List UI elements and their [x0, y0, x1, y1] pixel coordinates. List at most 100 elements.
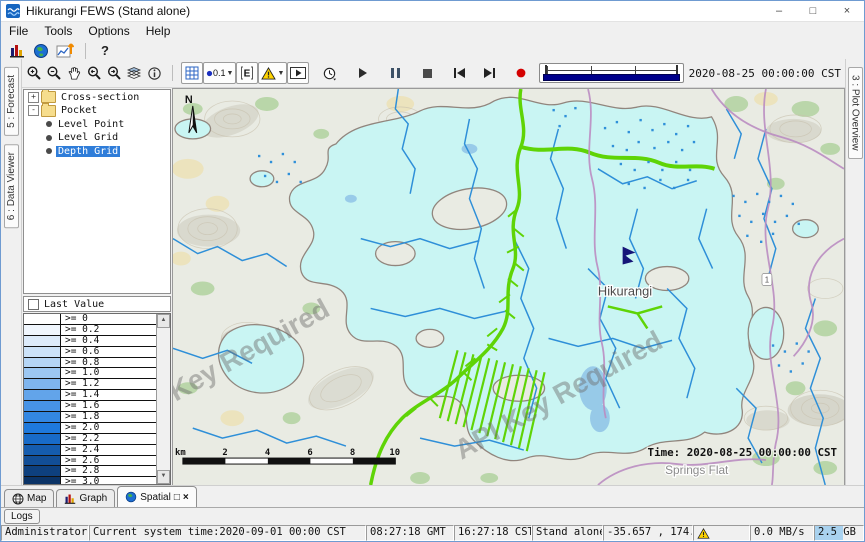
tree-item-depth-grid[interactable]: Depth Grid: [24, 145, 170, 158]
dot-icon: [206, 70, 213, 77]
grid-icon: [185, 66, 199, 80]
tree-item-label[interactable]: Level Point: [56, 119, 126, 130]
menu-bar: FileToolsOptionsHelp: [1, 22, 864, 39]
tab-maximize-icon[interactable]: □: [174, 492, 180, 503]
tree-item-label[interactable]: Pocket: [59, 105, 99, 116]
legend-swatch: [24, 379, 61, 389]
time-slider-range-bar[interactable]: [543, 74, 679, 81]
pause-button[interactable]: [385, 63, 405, 83]
zoom-next-button[interactable]: [104, 63, 124, 83]
bar-chart-icon: [9, 43, 25, 59]
database-display-button[interactable]: [5, 41, 29, 61]
grid-toggle-button[interactable]: [181, 62, 203, 84]
step-first-button[interactable]: [449, 63, 469, 83]
tab-close-icon[interactable]: ×: [183, 492, 189, 503]
expander-icon[interactable]: +: [28, 92, 39, 103]
legend-swatch: [24, 325, 61, 335]
legend-row-label: >= 1.8: [61, 412, 157, 422]
menu-item[interactable]: File: [1, 24, 36, 38]
tree-item-label-selected[interactable]: Depth Grid: [56, 146, 120, 157]
menu-item[interactable]: Help: [138, 24, 179, 38]
tree-item-level-grid[interactable]: Level Grid: [24, 132, 170, 145]
tree-item-cross-section[interactable]: + Cross-section: [24, 91, 170, 104]
legend-row-label: >= 2.4: [61, 445, 157, 455]
legend-row-label: >= 1.6: [61, 401, 157, 411]
menu-item[interactable]: Options: [80, 24, 137, 38]
last-value-label: Last Value: [44, 299, 104, 310]
chevron-down-icon: ▼: [227, 70, 234, 77]
zoom-out-button[interactable]: [44, 63, 64, 83]
legend-swatch: [24, 347, 61, 357]
zoom-previous-icon: [86, 65, 102, 81]
classbreak-dropdown[interactable]: 0.1 ▼: [203, 62, 236, 84]
skip-back-icon: [454, 68, 465, 78]
animation-button[interactable]: [287, 62, 309, 84]
longitudinal-display-button[interactable]: [53, 41, 77, 61]
toolbar-separator: [172, 65, 173, 81]
status-memory: 2.5 GB: [814, 525, 864, 541]
tab-map[interactable]: Map: [4, 489, 54, 507]
legend-row-label: >= 2.2: [61, 434, 157, 444]
menu-item[interactable]: Tools: [36, 24, 80, 38]
status-warning[interactable]: [693, 525, 750, 541]
minimize-button[interactable]: –: [762, 2, 796, 21]
svg-text:1: 1: [765, 275, 770, 284]
zoom-in-button[interactable]: [24, 63, 44, 83]
tab-graph[interactable]: Graph: [56, 489, 115, 507]
skip-forward-icon: [484, 68, 495, 78]
hand-icon: [67, 66, 82, 81]
tab-data-viewer[interactable]: 6 : Data Viewer: [4, 144, 19, 228]
legend-swatch: [24, 466, 61, 476]
help-button[interactable]: ?: [94, 43, 116, 58]
tree-item-label[interactable]: Level Grid: [56, 132, 120, 143]
legend-swatch: [24, 412, 61, 422]
tree-item-label[interactable]: Cross-section: [59, 92, 141, 103]
maximize-button[interactable]: □: [796, 2, 830, 21]
timestep-button[interactable]: [319, 63, 339, 83]
tab-logs[interactable]: Logs: [4, 509, 40, 524]
tree-item-pocket[interactable]: - Pocket: [24, 105, 170, 118]
map-view[interactable]: 1: [172, 88, 845, 486]
stop-button[interactable]: [417, 63, 437, 83]
legend-swatch: [24, 423, 61, 433]
zoom-previous-button[interactable]: [84, 63, 104, 83]
label-springs-flat: Springs Flat: [665, 463, 729, 477]
pan-button[interactable]: [64, 63, 84, 83]
legend-row-label: >= 3.0: [61, 477, 157, 485]
app-logo-icon: [6, 4, 20, 18]
tree-item-level-point[interactable]: Level Point: [24, 118, 170, 131]
close-button[interactable]: ×: [830, 2, 864, 21]
legend-swatch: [24, 358, 61, 368]
play-button[interactable]: [353, 63, 373, 83]
title-bar: Hikurangi FEWS (Stand alone) – □ ×: [1, 1, 864, 22]
legend-scrollbar[interactable]: ▲ ▼: [156, 314, 170, 484]
legend-swatch: [24, 456, 61, 466]
info-button[interactable]: [144, 63, 164, 83]
map-canvas[interactable]: 1: [173, 89, 844, 485]
record-icon: [516, 68, 526, 78]
scroll-down-icon[interactable]: ▼: [157, 470, 170, 484]
legend-swatch: [24, 477, 61, 485]
legend-table: >= 0 >= 0.2: [23, 313, 171, 485]
map-display-button[interactable]: [29, 41, 53, 61]
tab-graph-label: Graph: [79, 493, 107, 504]
thresholds-dropdown[interactable]: ▼: [258, 62, 287, 84]
expander-icon[interactable]: -: [28, 105, 39, 116]
warning-icon: [697, 528, 710, 539]
status-local-time: 16:27:18 CST: [454, 525, 532, 541]
left-tab-strip: 5 : Forecast 6 : Data Viewer: [1, 59, 22, 486]
layers-button[interactable]: [124, 63, 144, 83]
legend-swatch: [24, 314, 61, 324]
legend-swatch: [24, 445, 61, 455]
tab-plot-overview[interactable]: 3 : Plot Overview: [848, 67, 863, 159]
time-slider[interactable]: [539, 63, 683, 83]
status-bar: Administrator Current system time:2020-0…: [1, 525, 864, 541]
legend-swatch: [24, 401, 61, 411]
last-value-checkbox[interactable]: [28, 299, 39, 310]
record-button[interactable]: [511, 63, 531, 83]
scroll-up-icon[interactable]: ▲: [157, 314, 170, 328]
step-last-button[interactable]: [479, 63, 499, 83]
label-toggle-button[interactable]: E: [236, 62, 258, 84]
tab-spatial[interactable]: Spatial □ ×: [117, 486, 196, 507]
tab-forecast[interactable]: 5 : Forecast: [4, 67, 19, 136]
